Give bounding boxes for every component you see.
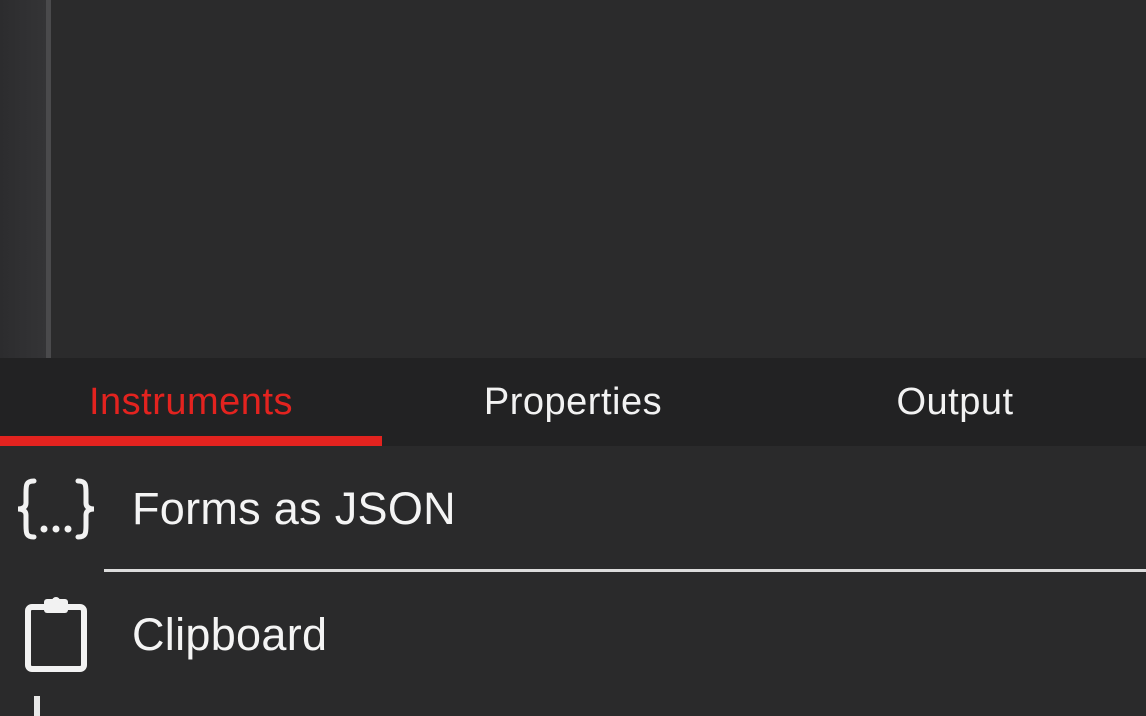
tab-properties[interactable]: Properties [382, 358, 764, 446]
canvas-area[interactable] [51, 0, 1146, 358]
tab-output-label: Output [896, 380, 1014, 423]
clipboard-icon [14, 593, 98, 677]
instruments-list: Forms as JSON Clipboard [0, 446, 1146, 716]
tab-instruments[interactable]: Instruments [0, 358, 382, 446]
tab-bar: Instruments Properties Output [0, 358, 1146, 446]
list-item-forms-as-json[interactable]: Forms as JSON [0, 446, 1146, 572]
list-item-label: Clipboard [132, 609, 328, 660]
json-braces-icon [14, 467, 98, 551]
tab-instruments-label: Instruments [88, 380, 294, 423]
next-item-icon-fragment [34, 696, 40, 716]
left-rail [0, 0, 46, 358]
list-item-clipboard[interactable]: Clipboard [0, 572, 1146, 698]
active-tab-indicator [0, 436, 382, 446]
tab-output[interactable]: Output [764, 358, 1146, 446]
list-item-label: Forms as JSON [132, 483, 456, 534]
tab-properties-label: Properties [483, 380, 663, 423]
app-window: Instruments Properties Output Forms as J… [0, 0, 1146, 716]
